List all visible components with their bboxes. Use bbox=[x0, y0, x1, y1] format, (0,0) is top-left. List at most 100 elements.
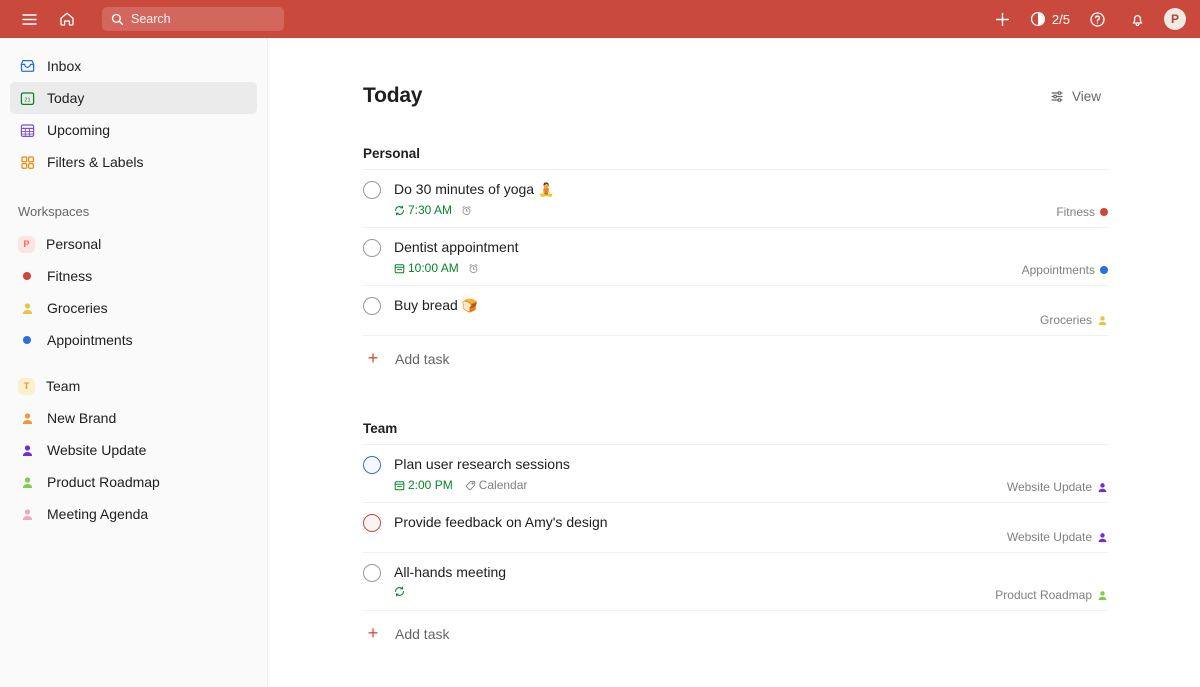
shared-project-icon bbox=[18, 444, 36, 457]
karma-count: 2/5 bbox=[1051, 11, 1070, 27]
task-row[interactable]: Provide feedback on Amy's design Website… bbox=[363, 503, 1108, 553]
task-checkbox[interactable] bbox=[363, 456, 381, 474]
group-title-personal: Personal bbox=[363, 146, 1108, 170]
view-button[interactable]: View bbox=[1043, 85, 1108, 108]
calendar-icon bbox=[394, 480, 405, 491]
search-input[interactable]: Search bbox=[102, 7, 284, 31]
filters-labels-icon bbox=[18, 153, 36, 171]
workspace-badge-team: T bbox=[18, 377, 35, 395]
task-title: All-hands meeting bbox=[394, 564, 507, 580]
task-due-date bbox=[394, 586, 408, 597]
project-dot-icon bbox=[18, 272, 36, 280]
task-title: Buy bread 🍞 bbox=[394, 297, 478, 313]
label-tag-icon bbox=[465, 480, 476, 491]
add-task-button-team[interactable]: + Add task bbox=[363, 611, 1108, 656]
sidebar-item-groceries[interactable]: Groceries bbox=[10, 292, 257, 324]
sidebar-item-label: Today bbox=[47, 90, 85, 106]
workspace-badge-personal: P bbox=[18, 235, 35, 253]
sidebar-item-fitness[interactable]: Fitness bbox=[10, 260, 257, 292]
sidebar-divider-space bbox=[10, 356, 257, 370]
task-title: Dentist appointment bbox=[394, 239, 519, 255]
sidebar-item-new-brand[interactable]: New Brand bbox=[10, 402, 257, 434]
plus-icon: + bbox=[367, 348, 379, 368]
shared-project-icon bbox=[1097, 532, 1108, 543]
sidebar-item-meeting-agenda[interactable]: Meeting Agenda bbox=[10, 498, 257, 530]
task-project-label[interactable]: Fitness bbox=[1056, 205, 1108, 219]
sidebar-item-label: Inbox bbox=[47, 58, 82, 74]
task-checkbox[interactable] bbox=[363, 514, 381, 532]
shared-project-icon bbox=[18, 302, 36, 315]
sidebar-item-label: Meeting Agenda bbox=[47, 506, 149, 522]
sidebar-item-label: New Brand bbox=[47, 410, 117, 426]
task-row[interactable]: Plan user research sessions 2:00 PM Cale… bbox=[363, 445, 1108, 503]
add-task-button-personal[interactable]: + Add task bbox=[363, 336, 1108, 381]
add-task-button[interactable] bbox=[990, 6, 1016, 32]
task-checkbox[interactable] bbox=[363, 297, 381, 315]
task-project-label[interactable]: Product Roadmap bbox=[995, 588, 1108, 602]
sidebar-item-label: Groceries bbox=[47, 300, 108, 316]
task-title: Do 30 minutes of yoga 🧘 bbox=[394, 181, 555, 197]
bell-icon[interactable] bbox=[1124, 6, 1150, 32]
view-button-label: View bbox=[1071, 88, 1101, 104]
task-project-label[interactable]: Website Update bbox=[1007, 530, 1108, 544]
sidebar-item-label: Appointments bbox=[47, 332, 133, 348]
sidebar-item-website-update[interactable]: Website Update bbox=[10, 434, 257, 466]
task-project-label[interactable]: Groceries bbox=[1040, 313, 1108, 327]
add-task-label: Add task bbox=[395, 625, 450, 642]
question-mark-icon[interactable] bbox=[1084, 6, 1110, 32]
productivity-button[interactable]: 2/5 bbox=[1030, 11, 1070, 27]
task-label[interactable]: Calendar bbox=[465, 478, 527, 492]
task-due-date: 10:00 AM bbox=[394, 261, 459, 275]
task-due-date: 2:00 PM bbox=[394, 478, 453, 492]
alarm-clock-icon bbox=[468, 263, 479, 274]
hamburger-menu-icon[interactable] bbox=[16, 6, 42, 32]
sidebar-item-label: Team bbox=[46, 378, 81, 394]
calendar-month-icon bbox=[18, 121, 36, 139]
calendar-icon bbox=[394, 263, 405, 274]
productivity-circle-icon bbox=[1030, 11, 1046, 27]
sidebar-item-inbox[interactable]: Inbox bbox=[10, 50, 257, 82]
sidebar-item-upcoming[interactable]: Upcoming bbox=[10, 114, 257, 146]
sidebar-item-label: Upcoming bbox=[47, 122, 111, 138]
task-checkbox[interactable] bbox=[363, 239, 381, 257]
task-row[interactable]: Dentist appointment 10:00 AM Appointment… bbox=[363, 228, 1108, 286]
home-icon[interactable] bbox=[54, 6, 80, 32]
task-row[interactable]: Do 30 minutes of yoga 🧘 7:30 AM Fitness bbox=[363, 170, 1108, 228]
task-checkbox[interactable] bbox=[363, 564, 381, 582]
sidebar-item-appointments[interactable]: Appointments bbox=[10, 324, 257, 356]
main-content: Today View Personal Do 30 minutes of yog… bbox=[268, 38, 1200, 687]
top-bar: Search 2/5 P bbox=[0, 0, 1200, 38]
sidebar-item-personal[interactable]: P Personal bbox=[10, 228, 257, 260]
alarm-clock-icon bbox=[461, 205, 472, 216]
sidebar-item-label: Personal bbox=[46, 236, 102, 252]
shared-project-icon bbox=[1097, 590, 1108, 601]
task-title: Plan user research sessions bbox=[394, 456, 570, 472]
sidebar-item-today[interactable]: 21 Today bbox=[10, 82, 257, 114]
sidebar-item-label: Product Roadmap bbox=[47, 474, 160, 490]
sidebar-item-product-roadmap[interactable]: Product Roadmap bbox=[10, 466, 257, 498]
task-row[interactable]: Buy bread 🍞 Groceries bbox=[363, 286, 1108, 336]
sidebar-item-label: Fitness bbox=[47, 268, 93, 284]
sidebar-item-label: Filters & Labels bbox=[47, 154, 144, 170]
add-task-label: Add task bbox=[395, 350, 450, 367]
project-dot-icon bbox=[1100, 208, 1108, 216]
workspaces-heading: Workspaces bbox=[18, 203, 90, 219]
group-title-team: Team bbox=[363, 421, 1108, 445]
calendar-today-icon: 21 bbox=[18, 89, 36, 107]
task-project-label[interactable]: Appointments bbox=[1022, 263, 1108, 277]
sidebar-item-team[interactable]: T Team bbox=[10, 370, 257, 402]
sidebar: Inbox 21 Today Upcoming Filters & Labels… bbox=[0, 38, 268, 687]
shared-project-icon bbox=[18, 412, 36, 425]
task-row[interactable]: All-hands meeting Product Roadmap bbox=[363, 553, 1108, 611]
avatar[interactable]: P bbox=[1164, 8, 1186, 30]
sidebar-item-filters-labels[interactable]: Filters & Labels bbox=[10, 146, 257, 178]
recurring-icon bbox=[394, 205, 405, 216]
page-title: Today bbox=[363, 84, 423, 107]
task-project-label[interactable]: Website Update bbox=[1007, 480, 1108, 494]
task-checkbox[interactable] bbox=[363, 181, 381, 199]
inbox-icon bbox=[18, 57, 36, 75]
search-icon bbox=[111, 13, 124, 26]
task-emoji: 🍞 bbox=[461, 298, 478, 313]
recurring-icon bbox=[394, 586, 405, 597]
